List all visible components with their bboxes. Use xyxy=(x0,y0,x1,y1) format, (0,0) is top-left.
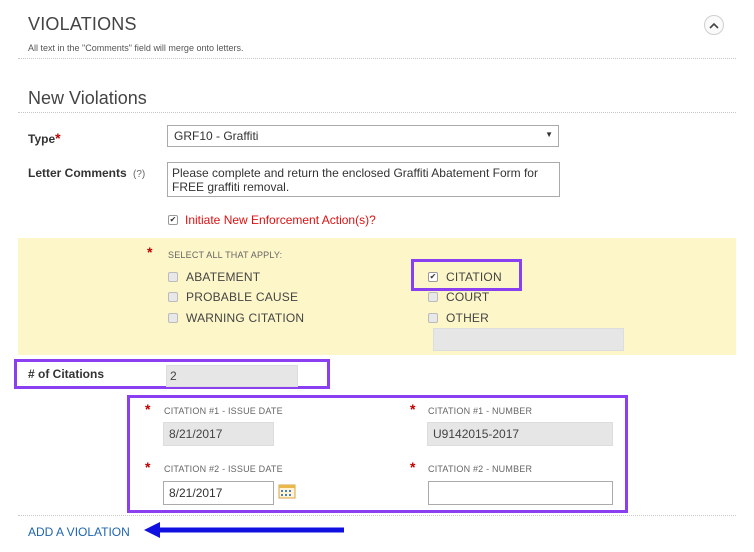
option-abatement[interactable]: ABATEMENT xyxy=(168,270,260,284)
required-asterisk: * xyxy=(145,401,151,417)
citations-count-label: # of Citations xyxy=(28,367,105,381)
citation-2-date-label: CITATION #2 - ISSUE DATE xyxy=(164,464,283,474)
collapse-button[interactable] xyxy=(704,15,724,35)
initiate-row: ✔ Initiate New Enforcement Action(s)? xyxy=(168,213,376,227)
initiate-label[interactable]: Initiate New Enforcement Action(s)? xyxy=(185,213,376,227)
probable-cause-checkbox[interactable] xyxy=(168,292,178,302)
divider xyxy=(18,112,736,113)
option-warning-citation[interactable]: WARNING CITATION xyxy=(168,311,304,325)
option-probable-cause[interactable]: PROBABLE CAUSE xyxy=(168,290,298,304)
citation-2-date-field[interactable]: 8/21/2017 xyxy=(163,481,274,505)
calendar-icon[interactable] xyxy=(278,483,296,504)
court-checkbox[interactable] xyxy=(428,292,438,302)
option-court[interactable]: COURT xyxy=(428,290,489,304)
arrow-left-icon xyxy=(142,520,346,545)
option-other[interactable]: OTHER xyxy=(428,311,489,325)
initiate-checkbox[interactable]: ✔ xyxy=(168,215,178,225)
help-icon[interactable]: (?) xyxy=(133,169,145,180)
citation-checkbox[interactable]: ✔ xyxy=(428,272,438,282)
citation-1-number-field[interactable]: U9142015-2017 xyxy=(427,422,613,446)
divider xyxy=(18,515,736,516)
enforcement-panel xyxy=(18,238,736,355)
new-violations-heading: New Violations xyxy=(28,88,147,108)
citation-2-number-field[interactable] xyxy=(428,481,613,505)
abatement-checkbox[interactable] xyxy=(168,272,178,282)
type-select-value: GRF10 - Graffiti xyxy=(174,129,259,143)
citation-1-date-field[interactable]: 8/21/2017 xyxy=(163,422,274,446)
chevron-up-icon xyxy=(709,22,719,29)
citation-1-number-label: CITATION #1 - NUMBER xyxy=(428,406,533,416)
divider xyxy=(18,58,736,59)
letter-comments-label: Letter Comments (?) xyxy=(28,166,146,180)
warning-citation-checkbox[interactable] xyxy=(168,313,178,323)
required-asterisk: * xyxy=(410,401,416,417)
dropdown-arrow-icon: ▼ xyxy=(545,130,553,139)
letter-comments-field[interactable]: Please complete and return the enclosed … xyxy=(167,162,560,197)
type-label: Type* xyxy=(28,130,61,146)
required-asterisk: * xyxy=(55,130,61,146)
required-asterisk: * xyxy=(145,459,151,475)
section-note: All text in the "Comments" field will me… xyxy=(28,43,244,53)
section-title: VIOLATIONS xyxy=(28,14,137,34)
required-asterisk: * xyxy=(410,459,416,475)
citation-1-date-label: CITATION #1 - ISSUE DATE xyxy=(164,406,283,416)
other-input[interactable] xyxy=(433,328,624,351)
other-checkbox[interactable] xyxy=(428,313,438,323)
select-all-label: SELECT ALL THAT APPLY: xyxy=(168,250,283,260)
option-citation[interactable]: ✔ CITATION xyxy=(428,270,502,284)
type-select[interactable]: GRF10 - Graffiti ▼ xyxy=(167,125,559,147)
citation-2-number-label: CITATION #2 - NUMBER xyxy=(428,464,533,474)
required-asterisk: * xyxy=(147,244,153,260)
add-violation-link[interactable]: ADD A VIOLATION xyxy=(28,525,130,539)
citations-count-field[interactable]: 2 xyxy=(166,365,298,387)
